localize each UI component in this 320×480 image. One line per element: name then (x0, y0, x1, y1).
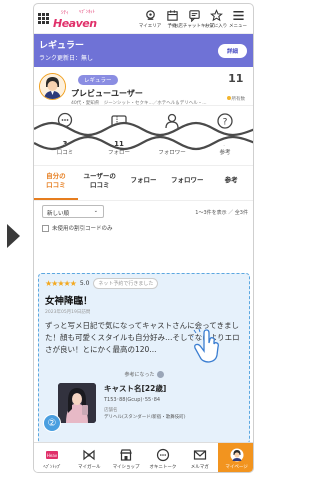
sort-value: 新しい順 (47, 211, 70, 217)
nav-okini-talk[interactable]: オキニトーク (144, 443, 181, 472)
bottom-nav: Heav ﾍﾌﾞﾝﾄｯﾌﾟ マイガール マイショップ オキニトーク メルマガ マ… (34, 442, 253, 472)
nav-label: マイガール (77, 465, 101, 470)
header-chat[interactable]: お店チャットキープ (174, 9, 214, 29)
logo-main-text: Heaven (53, 16, 97, 30)
shop-label: 店舗名 (104, 408, 118, 413)
tab-user-reviews[interactable]: ユーザーの 口コミ (78, 166, 122, 200)
header-my-area[interactable]: マイエリア (139, 9, 161, 29)
profile-rank-badge: レギュラー (78, 74, 118, 85)
step-indicator: ② (43, 414, 61, 432)
phone-frame: ｼﾃｨ ﾍﾌﾞﾝﾈｯﾄ Heaven マイエリア 予約 お店チャットキープ お気… (33, 3, 254, 473)
rank-title: レギュラー (39, 41, 85, 51)
header-icon-label: マイエリア (138, 23, 162, 29)
heaven-home-icon: Heav (46, 451, 59, 459)
rank-subtitle: ランク更新日：無し (39, 55, 94, 62)
header-favorite[interactable]: お気に入り (204, 8, 228, 29)
unused-code-checkbox-row[interactable]: 未使用の割引コードのみ (34, 222, 253, 234)
profile-name: プレビューユーザー (71, 88, 143, 98)
header-icon-label: メニュー (229, 23, 247, 29)
review-card[interactable]: ★★★★★ 5.0 ネット予約で行きました 女神降臨！ 2023年05月19日訪… (38, 273, 250, 444)
tab-label: 参考 (224, 176, 238, 184)
nav-my-girl[interactable]: マイガール (71, 443, 108, 472)
avatar[interactable] (39, 72, 66, 100)
nav-my-page[interactable]: マイページ (218, 443, 253, 472)
nav-my-shop[interactable]: マイショップ (108, 443, 145, 472)
checkbox-label: 未使用の割引コードのみ (52, 226, 113, 232)
profile-section: レギュラー プレビューユーザー 40代・愛知県 ジーンシット・セクキ...／ホテ… (34, 67, 253, 106)
helpful-button[interactable]: 参考になった (45, 371, 243, 378)
tab-label: 自分の 口コミ (46, 172, 66, 189)
top-header: ｼﾃｨ ﾍﾌﾞﾝﾈｯﾄ Heaven マイエリア 予約 お店チャットキープ お気… (34, 4, 253, 34)
nav-heaven-top[interactable]: Heav ﾍﾌﾞﾝﾄｯﾌﾟ (34, 443, 71, 472)
nav-label: マイショップ (112, 465, 140, 470)
pointer-hand-icon (192, 329, 219, 363)
rank-bar: レギュラー ランク更新日：無し 詳細 (34, 34, 253, 67)
rating-stars: ★★★★★ (45, 279, 77, 288)
nav-label: マイページ (225, 465, 248, 470)
review-tabs: 自分の 口コミ ユーザーの 口コミ フォロー フォロワー 参考 (34, 165, 253, 200)
tab-label: フォロー (130, 176, 157, 184)
checkbox[interactable] (42, 224, 49, 232)
location-icon (145, 9, 155, 20)
apps-grid-icon[interactable] (38, 12, 50, 25)
stats-row: 3 口コミ 11 フォロー 58 フォロワー ? 0 参考 (34, 105, 253, 165)
logo-tagline: ﾍﾌﾞﾝﾈｯﾄ (79, 9, 95, 15)
cast-photo[interactable] (58, 383, 96, 423)
logo-small-text: ｼﾃｨ (61, 9, 69, 16)
shop-name: デリヘル(スタンダード/新宿・歌舞伎町) (104, 415, 186, 420)
wave-overlay (34, 121, 253, 151)
cast-portrait-image (58, 383, 96, 423)
tab-helpful[interactable]: 参考 (209, 166, 253, 200)
tab-follow[interactable]: フォロー (122, 166, 166, 200)
chat-icon (188, 9, 200, 22)
cast-info[interactable]: キャスト名[22歳] T153･88(Gcup)･55･84 店舗名 デリヘル(… (45, 383, 243, 423)
points-value: 11 (228, 72, 244, 85)
helpful-label: 参考になった (124, 372, 155, 378)
tab-label: フォロワー (171, 176, 204, 184)
coin-icon (226, 96, 231, 100)
nav-label: メルマガ (190, 465, 209, 470)
header-icon-label: お気に入り (204, 23, 228, 29)
sort-select[interactable]: 新しい順 ⌄ (42, 205, 104, 218)
cast-name: キャスト名[22歳] (104, 384, 167, 393)
star-icon (209, 8, 223, 21)
heaven-logo[interactable]: ｼﾃｨ ﾍﾌﾞﾝﾈｯﾄ Heaven (53, 8, 101, 30)
talk-icon (156, 448, 169, 462)
points-label: 所有数 (231, 97, 246, 102)
header-menu[interactable]: メニュー (227, 9, 249, 29)
ribbon-icon (83, 449, 95, 461)
review-title: 女神降臨！ (45, 296, 93, 307)
shop-icon (120, 449, 132, 461)
user-icon (230, 448, 244, 462)
net-reservation-tag: ネット予約で行きました (93, 278, 159, 289)
mail-icon (193, 450, 206, 460)
next-arrow-icon (7, 224, 20, 248)
nav-label: オキニトーク (149, 465, 177, 470)
user-avatar-icon (40, 73, 65, 99)
nav-mail-magazine[interactable]: メルマガ (181, 443, 218, 472)
calendar-icon (166, 9, 178, 21)
svg-text:Heav: Heav (47, 453, 58, 458)
thumb-icon (156, 371, 164, 378)
chevron-down-icon: ⌄ (93, 208, 98, 214)
hamburger-icon (232, 10, 244, 20)
points-display[interactable]: 11 所有数 (226, 72, 246, 104)
tab-my-reviews[interactable]: 自分の 口コミ (34, 166, 78, 200)
cast-spec: T153･88(Gcup)･55･84 (104, 397, 161, 403)
rating-score: 5.0 (79, 280, 90, 287)
tab-followers[interactable]: フォロワー (165, 166, 209, 200)
rank-detail-button[interactable]: 詳細 (217, 44, 247, 58)
nav-label: ﾍﾌﾞﾝﾄｯﾌﾟ (43, 465, 62, 470)
filter-bar: 新しい順 ⌄ 1〜3件を表示 ／ 全3件 (34, 200, 253, 222)
review-date: 2023年05月19日訪問 (45, 310, 91, 315)
tab-label: ユーザーの 口コミ (83, 172, 116, 189)
result-count: 1〜3件を表示 ／ 全3件 (195, 210, 248, 216)
